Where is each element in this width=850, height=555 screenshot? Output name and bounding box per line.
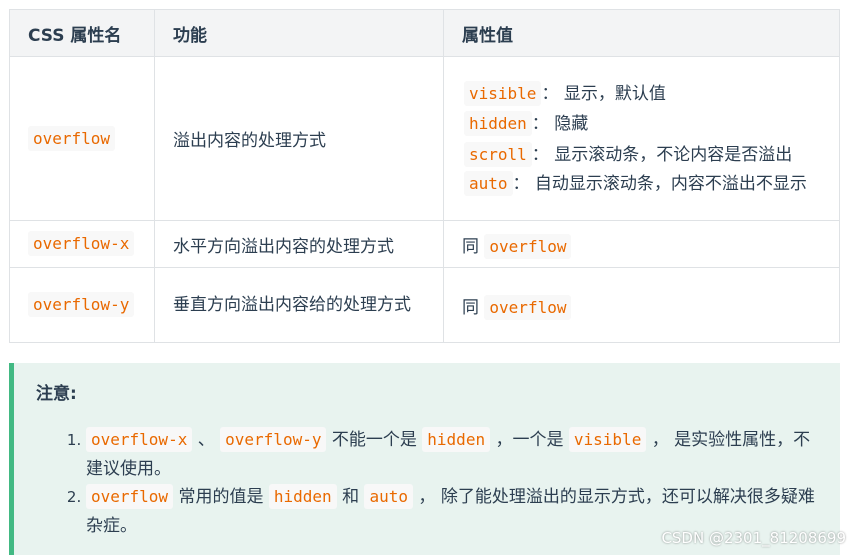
value-code: scroll [464,141,532,167]
property-name-cell: overflow-x [9,220,155,268]
watermark: CSDN @2301_81208699 [661,529,846,547]
header-function: 功能 [154,9,444,57]
inline-code: overflow-x [86,427,193,452]
header-property-value: 属性值 [443,9,840,57]
inline-code: overflow [86,484,174,509]
text: 和 [336,487,365,507]
tip-title: 注意: [36,384,77,404]
list-item: overflow-x 、 overflow-y 不能一个是 hidden ，一个… [86,426,820,483]
value-line: hidden： 隐藏 [462,109,821,140]
value-code: auto [464,171,513,197]
inline-code: overflow-y [220,427,327,452]
table-row: overflow-y 垂直方向溢出内容给的处理方式 同 overflow [9,267,840,343]
value-desc: ： 自动显示滚动条，内容不溢出不显示 [512,174,807,195]
property-name-code: overflow-x [28,231,135,256]
table-row: overflow-x 水平方向溢出内容的处理方式 同 overflow [9,220,840,268]
inline-code: auto [364,484,414,509]
value-code: hidden [464,111,532,137]
values-cell: visible： 显示，默认值 hidden： 隐藏 scroll： 显示滚动条… [443,56,840,221]
text: 、 [192,430,221,450]
text: ，一个是 [490,430,569,450]
same-prefix: 同 [462,236,479,257]
same-code: overflow [484,294,572,320]
tip-box: 注意: overflow-x 、 overflow-y 不能一个是 hidden… [9,363,840,555]
same-code: overflow [484,233,572,259]
values-cell: 同 overflow [443,267,840,343]
value-line: visible： 显示，默认值 [462,79,821,110]
tip-list: overflow-x 、 overflow-y 不能一个是 hidden ，一个… [36,426,820,540]
values-cell: 同 overflow [443,220,840,268]
header-css-property-name: CSS 属性名 [9,9,155,57]
function-cell: 水平方向溢出内容的处理方式 [154,220,444,268]
value-desc: ： 显示，默认值 [541,83,666,104]
value-line: auto： 自动显示滚动条，内容不溢出不显示 [462,170,821,198]
function-cell: 溢出内容的处理方式 [154,56,444,221]
text: 不能一个是 [326,430,423,450]
inline-code: hidden [422,427,491,452]
value-code: visible [464,80,542,106]
text: 常用的值是 [173,487,269,507]
property-name-code: overflow-y [28,292,135,317]
value-line: scroll： 显示滚动条，不论内容是否溢出 [462,140,821,171]
property-name-cell: overflow-y [9,267,155,343]
property-name-code: overflow [28,125,116,151]
css-properties-table: CSS 属性名 功能 属性值 overflow 溢出内容的处理方式 visibl… [9,9,840,343]
value-desc: ： 隐藏 [531,114,589,135]
table-header-row: CSS 属性名 功能 属性值 [9,9,840,57]
value-desc: ： 显示滚动条，不论内容是否溢出 [531,144,793,165]
same-prefix: 同 [462,297,479,318]
inline-code: visible [568,427,647,452]
function-cell: 垂直方向溢出内容给的处理方式 [154,267,444,343]
inline-code: hidden [268,484,337,509]
table-row: overflow 溢出内容的处理方式 visible： 显示，默认值 hidde… [9,56,840,221]
property-name-cell: overflow [9,56,155,221]
